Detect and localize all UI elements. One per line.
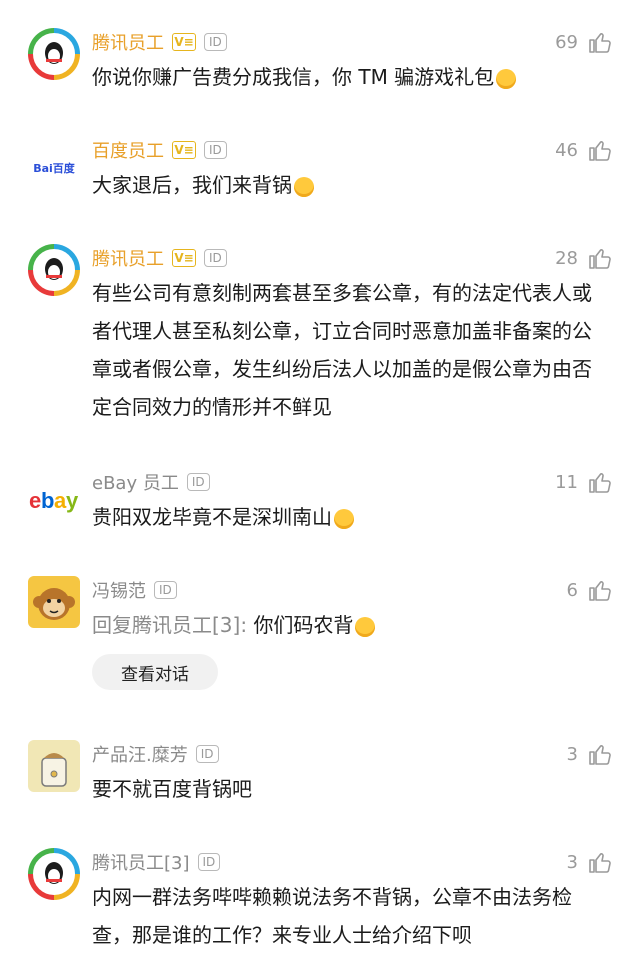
username-row: 腾讯员工 V≡ ID	[92, 28, 227, 56]
thumbs-up-icon	[589, 853, 611, 873]
laugh-emoji-icon	[334, 508, 354, 529]
id-badge: ID	[154, 581, 177, 599]
like-count: 46	[555, 139, 578, 161]
svg-text:e: e	[29, 488, 41, 513]
tencent-avatar[interactable]	[28, 244, 80, 296]
username[interactable]: 腾讯员工[3]	[92, 849, 190, 875]
comment-item: 腾讯员工 V≡ ID 69 你说你赚广告费分成我信，你 TM 骗游戏礼包	[0, 28, 640, 108]
laugh-emoji-icon	[496, 68, 517, 89]
username-row: 冯锡范 ID	[92, 576, 177, 604]
username[interactable]: eBay 员工	[92, 469, 179, 495]
like-button[interactable]: 11	[555, 468, 612, 496]
verified-badge: V≡	[172, 249, 196, 267]
ebay-logo: e b a y	[29, 488, 79, 513]
username[interactable]: 产品汪.糜芳	[92, 741, 188, 767]
like-button[interactable]: 3	[567, 848, 612, 876]
ebay-avatar[interactable]: e b a y	[28, 474, 80, 526]
reply-prefix[interactable]: 回复腾讯员工[3]:	[92, 613, 247, 637]
svg-text:b: b	[41, 488, 54, 513]
comment-text: 要不就百度背锅吧	[92, 777, 252, 801]
like-button[interactable]: 69	[555, 28, 612, 56]
thumbs-up-icon	[589, 745, 611, 765]
comment-item: 腾讯员工 V≡ ID 28 有些公司有意刻制两套甚至多套公章，有的法定代表人或者…	[0, 244, 640, 434]
like-button[interactable]: 6	[567, 576, 612, 604]
username[interactable]: 腾讯员工	[92, 245, 164, 271]
id-badge: ID	[204, 249, 227, 267]
username[interactable]: 腾讯员工	[92, 29, 164, 55]
comment-text: 大家退后，我们来背锅	[92, 166, 592, 204]
comment-item: e b a y eBay 员工 ID 11 贵阳双龙毕竟不是深圳南山	[0, 468, 640, 538]
like-count: 69	[555, 31, 578, 53]
view-dialog-button[interactable]: 查看对话	[92, 654, 218, 690]
comment-text: 你说你赚广告费分成我信，你 TM 骗游戏礼包	[92, 58, 592, 96]
comment-item: Bai百度 百度员工 V≡ ID 46 大家退后，我们来背锅	[0, 136, 640, 206]
like-count: 3	[566, 743, 578, 765]
id-badge: ID	[195, 745, 219, 763]
thumbs-up-icon	[589, 581, 611, 601]
username[interactable]: 冯锡范	[92, 577, 146, 603]
thumbs-up-icon	[589, 33, 611, 53]
verified-badge: V≡	[172, 33, 196, 51]
like-count: 3	[566, 851, 578, 873]
username-row: 百度员工 V≡ ID	[92, 136, 227, 164]
id-badge: ID	[204, 141, 227, 159]
username[interactable]: 百度员工	[92, 137, 164, 163]
like-button[interactable]: 28	[555, 244, 612, 272]
tencent-avatar[interactable]	[28, 28, 80, 80]
comment-text: 有些公司有意刻制两套甚至多套公章，有的法定代表人或者代理人甚至私刻公章，订立合同…	[92, 281, 592, 419]
baidu-logo: Bai百度	[33, 162, 75, 175]
user-avatar[interactable]	[28, 740, 80, 792]
id-badge: ID	[204, 33, 227, 51]
laugh-emoji-icon	[355, 616, 376, 637]
thumbs-up-icon	[589, 249, 611, 269]
like-button[interactable]: 3	[567, 740, 612, 768]
laugh-emoji-icon	[294, 176, 314, 197]
comment-text: 回复腾讯员工[3]: 你们码农背	[92, 606, 592, 644]
like-count: 11	[555, 471, 578, 493]
like-count: 6	[566, 579, 578, 601]
like-button[interactable]: 46	[555, 136, 612, 164]
comment-text: 贵阳双龙毕竟不是深圳南山	[92, 498, 592, 536]
baidu-avatar[interactable]: Bai百度	[28, 142, 80, 194]
like-count: 28	[555, 247, 578, 269]
tencent-avatar[interactable]	[28, 848, 80, 900]
username-row: eBay 员工 ID	[92, 468, 210, 496]
monkey-avatar[interactable]	[28, 576, 80, 628]
username-row: 腾讯员工[3] ID	[92, 848, 221, 876]
svg-text:y: y	[66, 488, 79, 513]
id-badge: ID	[186, 473, 210, 491]
id-badge: ID	[197, 853, 221, 871]
username-row: 产品汪.糜芳 ID	[92, 740, 219, 768]
comment-item: 腾讯员工[3] ID 3 内网一群法务哔哔赖赖说法务不背锅，公章不由法务检查，那…	[0, 848, 640, 958]
comment-item: 产品汪.糜芳 ID 3 要不就百度背锅吧	[0, 740, 640, 810]
comment-item: 冯锡范 ID 6 回复腾讯员工[3]: 你们码农背 查看对话	[0, 576, 640, 696]
thumbs-up-icon	[589, 141, 611, 161]
username-row: 腾讯员工 V≡ ID	[92, 244, 227, 272]
thumbs-up-icon	[589, 473, 611, 493]
comment-text: 内网一群法务哔哔赖赖说法务不背锅，公章不由法务检查，那是谁的工作？来专业人士给介…	[92, 885, 572, 947]
verified-badge: V≡	[172, 141, 196, 159]
